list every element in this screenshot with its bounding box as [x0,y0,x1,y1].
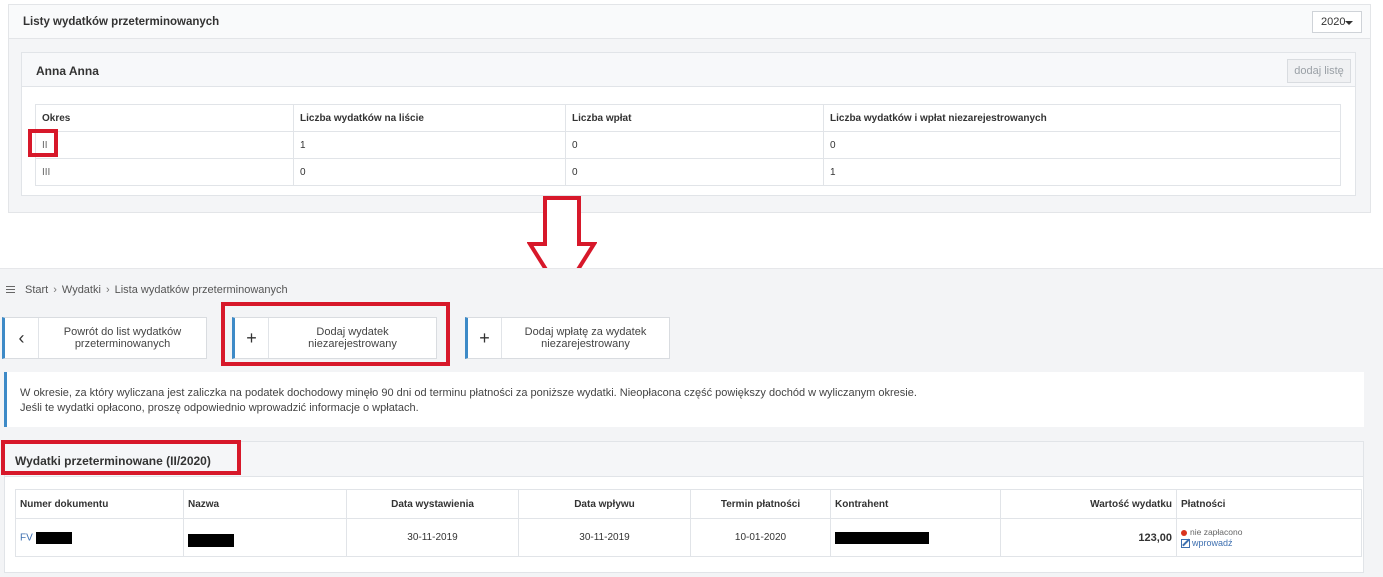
col-header-okres: Okres [35,104,294,132]
table-cell: 0 [293,158,566,186]
payment-status: nie zapłacono [1181,527,1357,538]
table-row: FV 30-11-2019 30-11-2019 10-01-2020 123,… [15,518,1362,557]
col-header-liczba-wydatkow: Liczba wydatków na liście [293,104,566,132]
table-row: II 1 0 0 [35,131,1341,159]
doc-prefix: FV [20,532,33,544]
enter-payment-link[interactable]: wprowadź [1181,537,1357,549]
back-button-label: Powrót do list wydatków przeterminowanyc… [39,326,206,350]
payments-cell: nie zapłacono wprowadź [1176,518,1362,557]
enter-payment-label: wprowadź [1192,537,1233,548]
label-line: Powrót do list wydatków [63,326,182,338]
edit-icon [1181,539,1190,549]
person-card: Anna Anna dodaj listę Okres Liczba wydat… [21,52,1356,196]
back-to-lists-button[interactable]: ‹ Powrót do list wydatków przeterminowan… [2,317,207,359]
year-value: 2020 [1321,16,1346,28]
col-header-nazwa: Nazwa [183,489,347,519]
table-cell: 0 [565,131,824,159]
breadcrumb-start[interactable]: Start [25,284,48,296]
table-cell: 1 [293,131,566,159]
person-header: Anna Anna dodaj listę [22,53,1355,87]
year-dropdown[interactable]: 2020 [1312,11,1362,33]
breadcrumb: Start › Wydatki › Lista wydatków przeter… [6,284,288,296]
redacted-doc-number [35,531,72,544]
chevron-left-icon: ‹ [5,318,39,358]
overdue-lists-panel: Listy wydatków przeterminowanych 2020 An… [8,4,1371,213]
expenses-table: Numer dokumentu Nazwa Data wystawienia D… [15,489,1362,557]
redacted-name [188,534,234,547]
doc-number-cell[interactable]: FV [15,518,184,557]
col-header-niezarejestrowane: Liczba wydatków i wpłat niezarejestrowan… [823,104,1341,132]
add-unregistered-expense-button[interactable]: + Dodaj wydatek niezarejestrowany [232,317,437,359]
col-header-data-wystawienia: Data wystawienia [346,489,519,519]
due-date-cell: 10-01-2020 [690,518,831,557]
label-line: niezarejestrowany [308,338,397,350]
periods-table: Okres Liczba wydatków na liście Liczba w… [35,104,1341,186]
plus-icon: + [235,318,269,358]
overdue-title: Wydatki przeterminowane (II/2020) [15,454,211,468]
table-row: III 0 0 1 [35,158,1341,186]
plus-icon: + [468,318,502,358]
col-header-platnosci: Płatności [1176,489,1362,519]
name-cell [183,518,347,557]
expense-value-cell: 123,00 [1000,518,1177,557]
table-cell: 1 [823,158,1341,186]
col-header-data-wplywu: Data wpływu [518,489,691,519]
status-dot-icon [1181,529,1187,536]
period-link-ii[interactable]: II [35,131,294,159]
col-header-numer-dokumentu: Numer dokumentu [15,489,184,519]
table-cell: 0 [823,131,1341,159]
receipt-date-cell: 30-11-2019 [518,518,691,557]
overdue-expenses-card: Wydatki przeterminowane (II/2020) Numer … [4,441,1364,573]
label-line: Dodaj wpłatę za wydatek [524,326,647,338]
col-header-wartosc-wydatku: Wartość wydatku [1000,489,1177,519]
col-header-kontrahent: Kontrahent [830,489,1001,519]
period-link-iii[interactable]: III [35,158,294,186]
redacted-contractor [835,531,929,544]
contractor-cell [830,518,1001,557]
info-text-line1: W okresie, za który wyliczana jest zalic… [20,387,917,399]
add-expense-label: Dodaj wydatek niezarejestrowany [269,326,436,350]
info-box: W okresie, za który wyliczana jest zalic… [4,372,1364,427]
panel-header: Listy wydatków przeterminowanych 2020 [9,5,1370,39]
add-unregistered-payment-button[interactable]: + Dodaj wpłatę za wydatek niezarejestrow… [465,317,670,359]
chevron-right-icon: › [53,284,57,296]
col-header-termin-platnosci: Termin płatności [690,489,831,519]
breadcrumb-current: Lista wydatków przeterminowanych [114,284,288,296]
issue-date-cell: 30-11-2019 [346,518,519,557]
add-payment-label: Dodaj wpłatę za wydatek niezarejestrowan… [502,326,669,350]
page-title: Listy wydatków przeterminowanych [23,16,220,28]
person-name: Anna Anna [36,64,99,78]
menu-icon[interactable] [6,286,15,294]
info-text-line2: Jeśli te wydatki opłacono, proszę odpowi… [20,402,419,414]
add-list-button[interactable]: dodaj listę [1287,59,1351,83]
label-line: Dodaj wydatek [316,326,389,338]
table-cell: 0 [565,158,824,186]
overdue-header: Wydatki przeterminowane (II/2020) [5,442,1363,477]
col-header-liczba-wplat: Liczba wpłat [565,104,824,132]
label-line: niezarejestrowany [541,338,630,350]
breadcrumb-wydatki[interactable]: Wydatki [62,284,101,296]
chevron-right-icon: › [105,284,110,296]
label-line: przeterminowanych [74,338,171,350]
payment-status-text: nie zapłacono [1190,526,1243,537]
caret-down-icon [1345,21,1353,25]
